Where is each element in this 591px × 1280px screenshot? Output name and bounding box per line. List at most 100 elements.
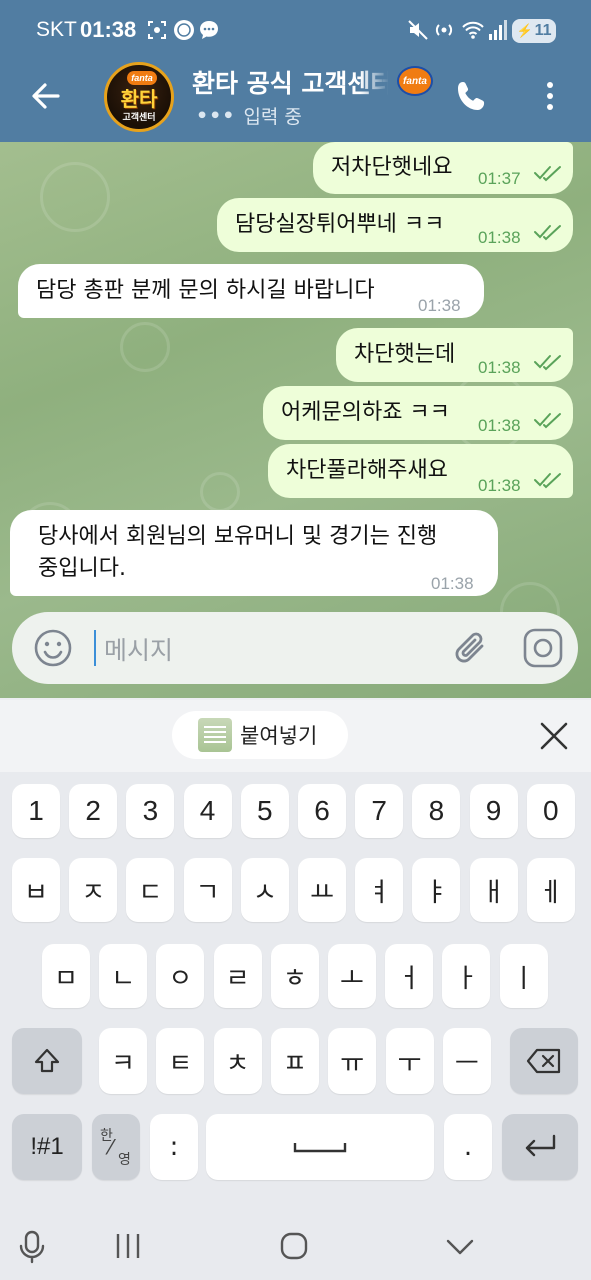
double-check-icon [534,166,561,182]
key[interactable]: ㅇ [156,944,205,1008]
key[interactable]: ㅠ [328,1028,377,1094]
wallpaper-doodle [120,322,170,372]
message-notification-icon [198,18,220,42]
title-fade [360,64,390,98]
paste-button[interactable]: 붙여넣기 [172,711,348,759]
key[interactable]: ㅌ [156,1028,205,1094]
home-icon[interactable] [274,1226,314,1266]
key[interactable]: ㅊ [213,1028,262,1094]
key[interactable]: ㄷ [126,858,175,922]
key[interactable]: ㄴ [99,944,148,1008]
key[interactable]: ㅎ [270,944,319,1008]
space-key[interactable] [206,1114,434,1180]
key[interactable]: 6 [298,784,346,838]
key[interactable]: 2 [69,784,118,838]
message-text: 저차단햇네요 [331,155,453,180]
key[interactable]: 4 [183,784,232,838]
incoming-message[interactable]: 당사에서 회원님의 보유머니 및 경기는 진행 중입니다. 01:38 [10,510,498,596]
double-check-icon [534,225,561,241]
emoji-icon[interactable] [32,627,74,669]
key[interactable]: ㅏ [442,944,491,1008]
language-switch-label: 한 ⁄ 영 [96,1125,136,1169]
recent-apps-icon[interactable] [108,1226,148,1266]
symbols-key[interactable]: !#1 [12,1114,82,1180]
key[interactable]: ㅗ [328,944,376,1008]
key[interactable]: ㅁ [42,944,90,1008]
message-time: 01:38 [478,228,521,247]
attachment-icon[interactable] [452,626,492,670]
charging-icon: ⚡ [516,23,533,38]
typing-status: ••• 입력 중 [196,102,302,129]
message-text: 담당 총판 분께 문의 하시길 바랍니다 [36,278,375,303]
key[interactable]: ㅅ [240,858,289,922]
more-options-icon[interactable] [538,78,562,114]
language-switch-key[interactable]: 한 ⁄ 영 [92,1114,140,1180]
hide-keyboard-icon[interactable] [440,1226,480,1266]
battery-level: 11 [534,22,552,39]
typing-dots-icon: ••• [196,104,236,127]
key[interactable]: ㅕ [355,858,404,922]
key[interactable]: ㅛ [298,858,346,922]
clock: 01:38 [80,17,137,42]
message-text-line-2: 중입니다. [38,556,126,581]
key[interactable]: ㄱ [183,858,232,922]
period-key[interactable]: . [444,1114,492,1180]
camera-icon[interactable] [522,627,564,669]
message-input[interactable]: 메시지 [104,631,173,667]
avatar[interactable]: fanta 환타 고객센터 [104,62,174,132]
enter-key[interactable] [502,1114,578,1180]
chat-header: SKT 01:38 ⚡ 11 fanta 환타 고객센터 환타 공식 고객센터 … [0,0,591,142]
outgoing-message[interactable]: 차단햇는데 01:38 [336,328,573,382]
key[interactable]: ㅑ [412,858,461,922]
back-arrow-icon[interactable] [28,78,64,114]
message-time: 01:38 [478,476,521,495]
incoming-message[interactable]: 담당 총판 분께 문의 하시길 바랍니다 01:38 [18,264,484,318]
message-composer: 메시지 [12,612,578,684]
key[interactable]: ㅓ [385,944,434,1008]
key[interactable]: ㅋ [99,1028,147,1094]
key[interactable]: ㄹ [213,944,262,1008]
brand-badge-icon: fanta [397,66,433,96]
key[interactable]: ㅣ [499,944,548,1008]
chat-title[interactable]: 환타 공식 고객센터 [192,64,388,98]
key[interactable]: ㅡ [442,1028,491,1094]
message-time: 01:38 [431,574,474,593]
outgoing-message[interactable]: 차단풀라해주새요 01:38 [268,444,573,498]
outgoing-message[interactable]: 저차단햇네요 01:37 [313,142,573,194]
key[interactable]: 0 [526,784,575,838]
message-time: 01:38 [418,296,461,315]
key[interactable]: 3 [126,784,175,838]
outgoing-message[interactable]: 어케문의하죠 ㅋㅋ 01:38 [263,386,573,440]
key[interactable]: 8 [412,784,461,838]
colon-key[interactable]: : [150,1114,198,1180]
key[interactable]: ㅂ [12,858,60,922]
key[interactable]: ㅐ [469,858,518,922]
typing-label: 입력 중 [243,106,302,128]
message-time: 01:38 [478,358,521,377]
backspace-icon [526,1048,561,1074]
key[interactable]: ㅜ [385,1028,434,1094]
key[interactable]: ㅔ [526,858,575,922]
key[interactable]: ㅍ [270,1028,319,1094]
close-icon[interactable] [536,718,572,754]
key[interactable]: 1 [12,784,60,838]
key[interactable]: 5 [240,784,289,838]
message-time: 01:37 [478,169,521,188]
lang-english: 영 [118,1152,131,1168]
backspace-key[interactable] [510,1028,578,1094]
key[interactable]: 9 [469,784,518,838]
phone-call-icon[interactable] [454,78,490,114]
lang-divider: ⁄ [109,1135,113,1159]
paste-label: 붙여넣기 [240,724,318,748]
battery-indicator: ⚡ 11 [512,19,556,43]
screenshot-icon [146,18,168,42]
microphone-icon[interactable] [12,1226,52,1266]
message-text: 차단풀라해주새요 [286,458,448,483]
outgoing-message[interactable]: 담당실장튀어뿌네 ㅋㅋ 01:38 [217,198,573,252]
shift-key[interactable] [12,1028,82,1094]
key[interactable]: 7 [355,784,404,838]
text-cursor [94,630,96,666]
message-text: 차단햇는데 [354,342,456,367]
key[interactable]: ㅈ [69,858,118,922]
signal-icon [488,18,508,42]
